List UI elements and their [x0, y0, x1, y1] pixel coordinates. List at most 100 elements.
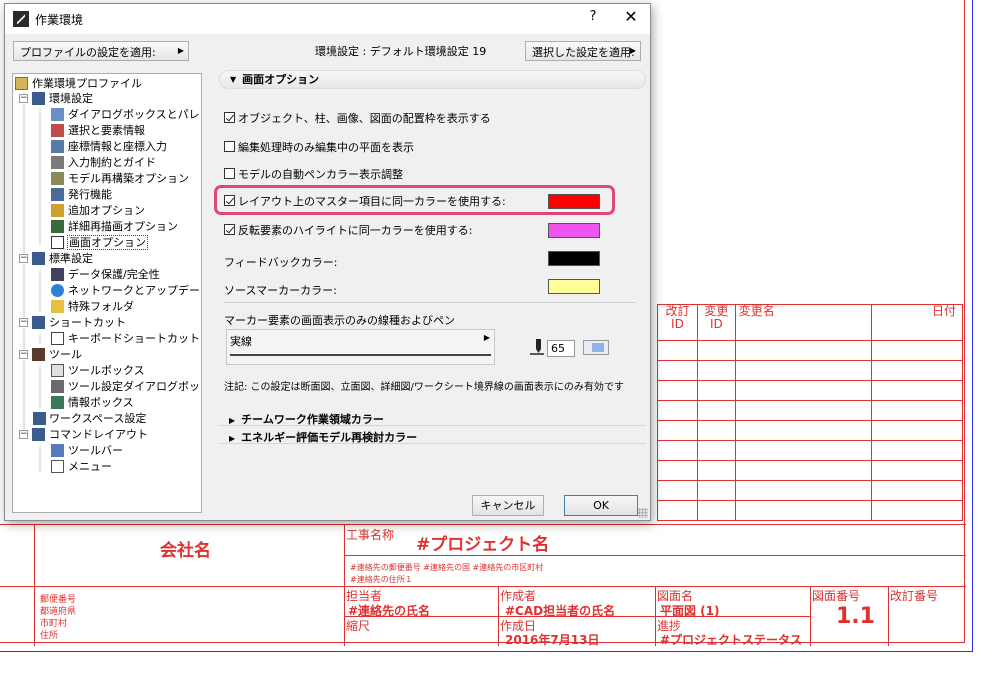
marker-line-label: マーカー要素の画面表示のみの線種およびペン [224, 314, 455, 327]
tree-item-label: キーボードショートカット [68, 332, 200, 345]
desktop-stage: 改訂 ID 変更 ID 変更名 日付 会社名 工事名称 #プロジェクト名 #連絡… [0, 0, 999, 684]
tree-group-label: 標準設定 [49, 252, 93, 265]
triangle-right-icon: ▶ [229, 434, 236, 443]
tree-item-display-options[interactable]: 画面オプション [51, 235, 148, 250]
help-button[interactable]: ? [583, 9, 603, 29]
tree-item-publishing[interactable]: 発行機能 [51, 187, 112, 202]
tree-item-toolbox[interactable]: ツールボックス [51, 363, 145, 378]
tree-item-label: ツール設定ダイアログボックス [68, 380, 201, 393]
tree-item-coordinates[interactable]: 座標情報と座標入力 [51, 139, 167, 154]
collapse-icon[interactable]: − [19, 94, 28, 103]
settings-group-icon [32, 92, 45, 105]
project-label: 工事名称 [346, 528, 395, 542]
tree-item-label: 情報ボックス [68, 396, 134, 409]
check-show-editing-plane[interactable]: 編集処理時のみ編集中の平面を表示 [224, 140, 414, 156]
check-highlight-color[interactable]: 反転要素のハイライトに同一カラーを使用する: [224, 223, 473, 239]
checkbox-label: 反転要素のハイライトに同一カラーを使用する: [238, 224, 473, 237]
tree-group-shortcuts[interactable]: − ショートカット [19, 315, 126, 330]
apply-selected-dropdown[interactable]: 選択した設定を適用: ▶ [525, 41, 641, 61]
collapse-icon[interactable]: − [19, 254, 28, 263]
tree-item-label: メニュー [68, 460, 112, 473]
settings-group-icon [32, 428, 45, 441]
checkbox[interactable] [224, 112, 235, 123]
energy-evaluation-section[interactable]: ▶ エネルギー評価モデル再検討カラー [219, 432, 646, 444]
highlight-color-swatch[interactable] [548, 223, 600, 238]
scope-note: 注記: この設定は断面図、立面図、詳細図/ワークシート境界線の画面表示にのみ有効… [224, 382, 624, 393]
table-row [657, 460, 963, 481]
pen-color-button[interactable] [583, 340, 609, 355]
tree-item-keyboard-shortcuts[interactable]: キーボードショートカット [51, 331, 200, 346]
tree-item-redraw-options[interactable]: 詳細再描画オプション [51, 219, 178, 234]
profile-icon [15, 77, 28, 90]
tree-item-selection-info[interactable]: 選択と要素情報 [51, 123, 145, 138]
titleblock-line [810, 586, 811, 646]
tree-item-label: 追加オプション [68, 204, 145, 217]
tree-item-more-options[interactable]: 追加オプション [51, 203, 145, 218]
tree-item-menu[interactable]: メニュー [51, 459, 112, 474]
collapse-icon[interactable]: − [19, 430, 28, 439]
tree-item-rebuild-options[interactable]: モデル再構築オプション [51, 171, 189, 186]
tree-item-toolbar[interactable]: ツールバー [51, 443, 123, 458]
tree-root-profile[interactable]: 作業環境プロファイル [15, 76, 142, 91]
tree-group-standard[interactable]: − 標準設定 [19, 251, 93, 266]
profile-tree[interactable]: 作業環境プロファイル − 環境設定 ダイアログボックスとパレット 選択と要素情報… [12, 73, 202, 513]
tree-group-command-layout[interactable]: − コマンドレイアウト [19, 427, 148, 442]
tree-item-network-update[interactable]: ネットワークとアップデート [51, 283, 201, 298]
tree-root-label: 作業環境プロファイル [32, 77, 142, 90]
tree-item-tool-settings[interactable]: ツール設定ダイアログボックス [51, 379, 201, 394]
checkbox[interactable] [224, 141, 235, 152]
apply-profile-dropdown[interactable]: プロファイルの設定を適用: ▶ [13, 41, 189, 61]
globe-icon [51, 284, 64, 297]
table-row [657, 420, 963, 441]
triangle-right-icon: ▶ [229, 416, 236, 425]
checkbox-label: 編集処理時のみ編集中の平面を表示 [238, 141, 414, 154]
section-title: 画面オプション [242, 73, 320, 86]
checkbox[interactable] [224, 168, 235, 179]
tree-group-environment[interactable]: − 環境設定 [19, 91, 93, 106]
cancel-button[interactable]: キャンセル [472, 495, 544, 516]
check-auto-pen-color[interactable]: モデルの自動ペンカラー表示調整 [224, 167, 403, 183]
tree-item-info-box[interactable]: 情報ボックス [51, 395, 134, 410]
resize-grip-icon[interactable] [638, 508, 648, 518]
feedback-color-swatch[interactable] [548, 251, 600, 266]
triangle-down-icon: ▼ [230, 75, 237, 84]
profile-toolbar: プロファイルの設定を適用: ▶ 環境設定 : デフォルト環境設定 19 選択した… [5, 34, 650, 66]
master-color-swatch[interactable] [548, 194, 600, 209]
collapse-icon[interactable]: − [19, 350, 28, 359]
keyboard-icon [51, 332, 64, 345]
project-name: #プロジェクト名 [416, 535, 550, 555]
tree-item-constraints-guides[interactable]: 入力制約とガイド [51, 155, 156, 170]
check-show-placement-frames[interactable]: オブジェクト、柱、画像、図面の配置枠を表示する [224, 111, 491, 127]
ok-button[interactable]: OK [564, 495, 638, 516]
dialog-icon [51, 108, 64, 121]
tree-item-dialog-palette[interactable]: ダイアログボックスとパレット [51, 107, 201, 122]
section-title: エネルギー評価モデル再検討カラー [241, 431, 418, 444]
tree-item-special-folders[interactable]: 特殊フォルダ [51, 299, 134, 314]
display-options-section-header[interactable]: ▼ 画面オプション [219, 70, 646, 89]
source-marker-color-swatch[interactable] [548, 279, 600, 294]
titleblock-line [34, 524, 35, 646]
tree-group-label: ツール [49, 348, 82, 361]
tree-group-workspace[interactable]: ワークスペース設定 [33, 411, 146, 426]
menu-icon [51, 460, 64, 473]
check-master-item-color[interactable]: レイアウト上のマスター項目に同一カラーを使用する: [224, 194, 506, 210]
tree-item-data-safety[interactable]: データ保護/完全性 [51, 267, 160, 282]
teamwork-color-section[interactable]: ▶ チームワーク作業領域カラー [219, 414, 646, 426]
checkbox[interactable] [224, 224, 235, 235]
titleblock-line [344, 524, 345, 646]
tree-group-tools[interactable]: − ツール [19, 347, 82, 362]
checkbox[interactable] [224, 195, 235, 206]
line-type-dropdown[interactable]: 実線 ▶ [226, 329, 495, 365]
folder-icon [51, 300, 64, 313]
pen-number-input[interactable]: 65 [547, 340, 575, 357]
dialog-titlebar[interactable]: 作業環境 ? ✕ [5, 4, 650, 34]
date-value: 2016年7月13日 [505, 633, 600, 647]
table-row [657, 340, 963, 361]
collapse-icon[interactable]: − [19, 318, 28, 327]
info-box-icon [51, 396, 64, 409]
coordinate-icon [51, 140, 64, 153]
checkbox-label: レイアウト上のマスター項目に同一カラーを使用する: [238, 195, 506, 208]
close-button[interactable]: ✕ [619, 7, 643, 29]
table-row [657, 440, 963, 461]
revision-number-label: 改訂番号 [890, 589, 939, 603]
